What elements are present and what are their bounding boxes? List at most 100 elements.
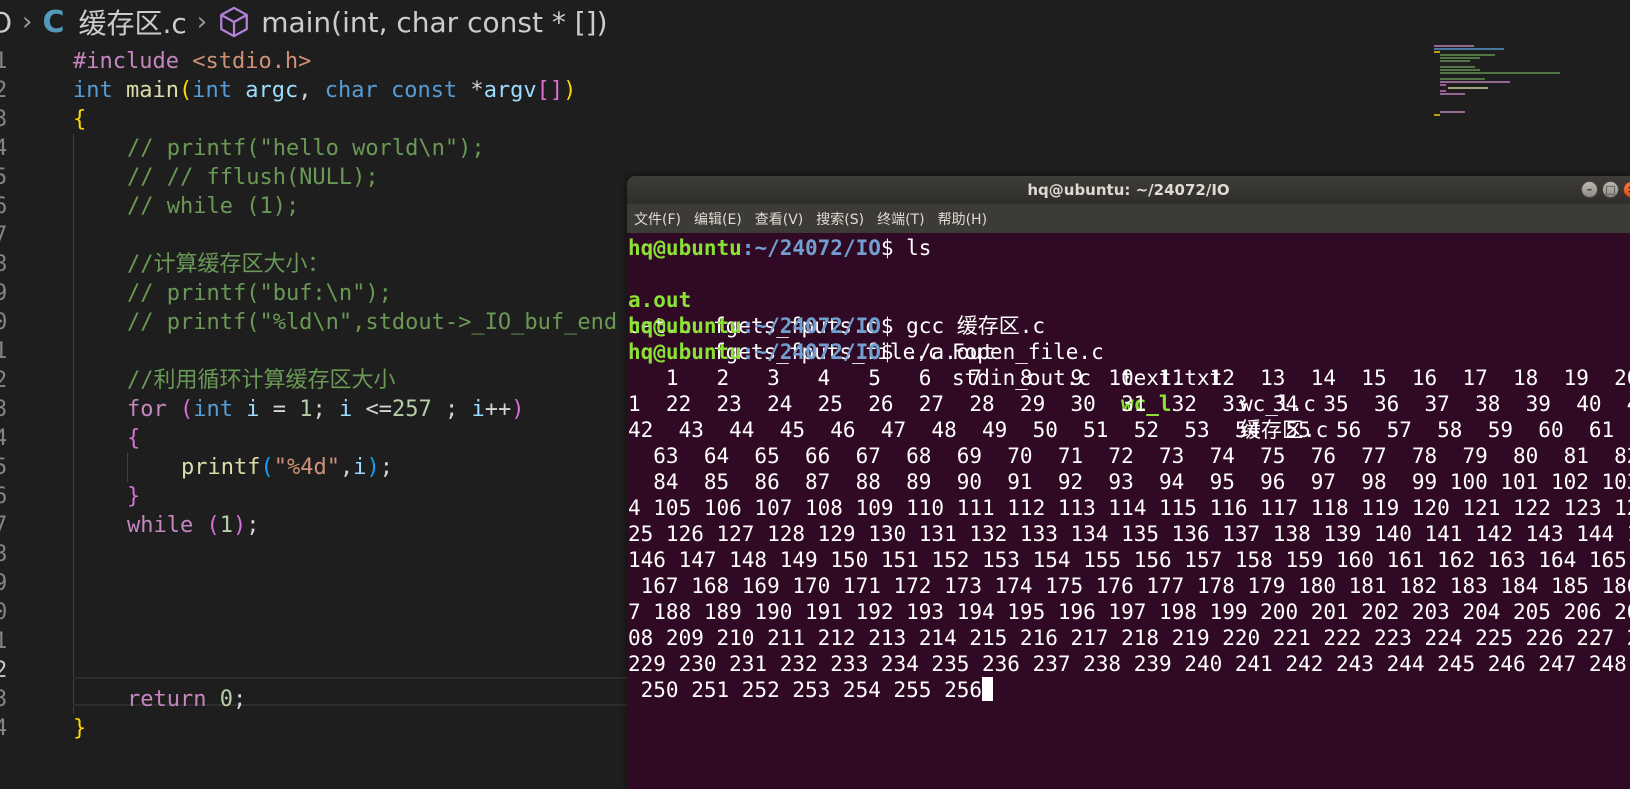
cube-symbol-icon [220,6,249,38]
line-number: 0 [0,600,8,625]
line-number: 3 [0,107,8,132]
code-line-1: #include <stdio.h> [73,49,312,74]
minimap-line [1440,78,1485,80]
program-output-line: 42 43 44 45 46 47 48 49 50 51 52 53 54 5… [628,418,1630,442]
menu-view[interactable]: 查看(V) [755,209,804,229]
ls-output-row: a.out fgets_fputs.c Fopen_file.c text.tx… [628,261,1628,416]
line-number: 7 [0,223,8,248]
program-output-line: 229 230 231 232 233 234 235 236 237 238 … [628,652,1630,676]
indent-guide [127,453,128,482]
program-output-line: 146 147 148 149 150 151 152 153 154 155 … [628,548,1630,572]
program-output-line: 63 64 65 66 67 68 69 70 71 72 73 74 75 7… [628,444,1630,468]
program-output-line: 84 85 86 87 88 89 90 91 92 93 94 95 96 9… [628,470,1630,494]
line-number: 3 [0,687,8,712]
line-number: 9 [0,571,8,596]
terminal-cursor [982,677,994,701]
terminal-window[interactable]: hq@ubuntu: ~/24072/IO – □ × 文件(F) 编辑(E) … [627,176,1630,789]
close-icon[interactable]: × [1623,181,1630,198]
code-line-17: while (1); [127,513,260,538]
line-number: 1 [0,339,8,364]
indent-guide [73,134,74,714]
line-number: 8 [0,542,8,567]
minimap-line [1434,51,1440,53]
minimap-line [1440,111,1465,113]
minimap-line [1440,60,1470,62]
breadcrumb-file[interactable]: 缓存区.c [78,2,186,42]
line-number: 2 [0,78,8,103]
menu-edit[interactable]: 编辑(E) [694,209,742,229]
code-line-24: } [73,716,87,741]
code-line-5: // // fflush(NULL); [127,165,379,190]
line-number: 6 [0,194,8,219]
code-line-23: return 0; [127,687,247,712]
minimap-line [1448,87,1488,89]
code-line-6: // while (1); [127,194,300,219]
terminal-menubar: 文件(F) 编辑(E) 查看(V) 搜索(S) 终端(T) 帮助(H) [627,204,1630,233]
chevron-right-icon: › [22,7,33,37]
line-number: 4 [0,426,8,451]
line-number: 5 [0,165,8,190]
line-number: 8 [0,252,8,277]
terminal-prompt-line: hq@ubuntu:~/24072/IO$ ls [628,236,932,260]
menu-terminal[interactable]: 终端(T) [877,209,924,229]
menu-help[interactable]: 帮助(H) [938,209,987,229]
minimap-line [1440,69,1480,71]
minimap-line [1440,84,1446,86]
ls-output-row: cat.c fgets_fputs_file.c stdin_out.c wc_… [628,287,1628,442]
line-number: 6 [0,484,8,509]
breadcrumb: O › C 缓存区.c › main(int, char const * []) [0,0,1630,44]
terminal-prompt-line: hq@ubuntu:~/24072/IO$ ./a.out [628,340,995,364]
line-number: 4 [0,716,8,741]
minimap-line [1440,93,1465,95]
minimap-line [1434,48,1504,50]
minimap-line [1434,45,1474,47]
maximize-icon[interactable]: □ [1602,181,1619,198]
program-output-line: 250 251 252 253 254 255 256 [628,677,994,703]
line-number: 3 [0,397,8,422]
minimize-icon[interactable]: – [1581,181,1598,198]
code-line-2: int main(int argc, char const *argv[]) [73,78,577,103]
program-output-line: 25 126 127 128 129 130 131 132 133 134 1… [628,522,1630,546]
line-number: 7 [0,513,8,538]
code-line-14: { [127,426,141,451]
code-line-13: for (int i = 1; i <=257 ; i++) [127,397,525,422]
code-line-3: { [73,107,87,132]
line-number: 2 [0,658,8,683]
line-number: 2 [0,368,8,393]
breadcrumb-folder[interactable]: O [0,6,12,39]
program-output-line: 7 188 189 190 191 192 193 194 195 196 19… [628,600,1630,624]
code-line-16: } [127,484,141,509]
c-language-icon: C [42,4,65,40]
code-line-9: // printf("buf:\n"); [127,281,392,306]
program-output-line: 1 22 23 24 25 26 27 28 29 30 31 32 33 34… [628,392,1630,416]
program-output-line: 1 2 3 4 5 6 7 8 9 10 11 12 13 14 15 16 1… [628,366,1630,390]
chevron-right-icon: › [196,7,208,37]
program-output-line: 167 168 169 170 171 172 173 174 175 176 … [628,574,1630,598]
line-number: 5 [0,455,8,480]
line-number: 4 [0,136,8,161]
minimap-line [1434,114,1440,116]
minimap-line [1440,54,1495,56]
code-line-12: //利用循环计算缓存区大小 [127,368,396,393]
terminal-titlebar[interactable]: hq@ubuntu: ~/24072/IO – □ × [627,176,1630,204]
terminal-title: hq@ubuntu: ~/24072/IO [1027,181,1230,199]
minimap-line [1440,81,1510,83]
breadcrumb-symbol[interactable]: main(int, char const * []) [261,6,607,39]
minimap[interactable] [1434,45,1614,145]
minimap-line [1440,66,1475,68]
line-number: 0 [0,310,8,335]
terminal-output[interactable]: hq@ubuntu:~/24072/IO$ ls a.out fgets_fpu… [627,235,1630,789]
line-number: 1 [0,629,8,654]
line-number: 1 [0,49,8,74]
menu-search[interactable]: 搜索(S) [816,209,864,229]
menu-file[interactable]: 文件(F) [634,209,681,229]
line-number: 9 [0,281,8,306]
code-line-10: // printf("%ld\n",stdout->_IO_buf_end [127,310,618,335]
program-output-line: 4 105 106 107 108 109 110 111 112 113 11… [628,496,1630,520]
code-line-8: //计算缓存区大小： [127,252,330,277]
code-line-4: // printf("hello world\n"); [127,136,485,161]
program-output-line: 08 209 210 211 212 213 214 215 216 217 2… [628,626,1630,650]
minimap-line [1440,90,1446,92]
terminal-prompt-line: hq@ubuntu:~/24072/IO$ gcc 缓存区.c [628,314,1046,338]
code-line-15: printf("%4d",i); [181,455,393,480]
